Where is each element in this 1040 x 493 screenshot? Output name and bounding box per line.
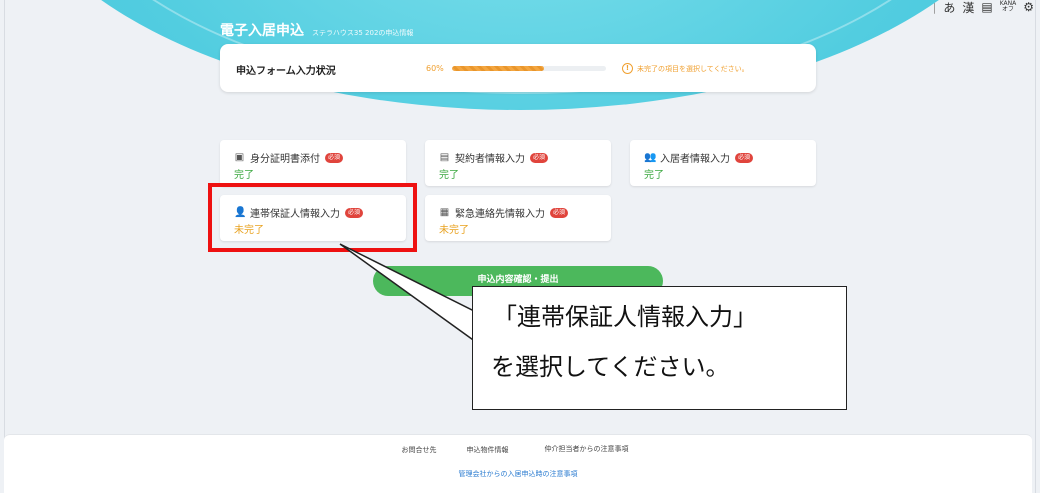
warning-text: 未完了の項目を選択してください。 xyxy=(637,64,749,73)
form-card-contractor-info[interactable]: ▤ 契約者情報入力 必須 完了 xyxy=(425,140,611,186)
footer-links: お問合せ先 申込物件情報 仲介担当者からの注意事項 xyxy=(4,445,1032,455)
form-card-label: 入居者情報入力 xyxy=(660,154,730,165)
required-badge: 必須 xyxy=(325,152,344,163)
status-separator: | xyxy=(932,0,937,14)
form-card-label: 契約者情報入力 xyxy=(455,154,525,165)
footer-link-contact[interactable]: お問合せ先 xyxy=(402,445,437,455)
page-subtitle: ステラハウス35 202の申込情報 xyxy=(312,29,414,37)
ime-mode-icon[interactable]: あ xyxy=(943,0,955,16)
input-mode-label-bottom: オフ xyxy=(1001,6,1014,13)
callout-line-1: 「連帯保証人情報入力」 xyxy=(493,303,757,331)
form-card-header: 👥 入居者情報入力 必須 xyxy=(644,150,754,165)
required-badge: 必須 xyxy=(735,152,754,163)
progress-card: 申込フォーム入力状況 60% ! 未完了の項目を選択してください。 xyxy=(220,44,816,92)
footer-link-agent-notes[interactable]: 仲介担当者からの注意事項 xyxy=(539,445,635,455)
id-card-icon: ▣ xyxy=(234,152,245,163)
form-card-label: 緊急連絡先情報入力 xyxy=(455,209,545,220)
footer-link-property-info[interactable]: 申込物件情報 xyxy=(467,445,509,455)
required-badge: 必須 xyxy=(550,207,569,218)
form-card-identity-document[interactable]: ▣ 身分証明書添付 必須 完了 xyxy=(220,140,406,186)
form-card-status: 未完了 xyxy=(439,225,469,236)
gear-icon[interactable]: ⚙ xyxy=(1023,0,1034,14)
form-card-status: 完了 xyxy=(644,170,664,181)
dictionary-icon[interactable]: ▤ xyxy=(981,0,992,14)
form-card-header: ▣ 身分証明書添付 必須 xyxy=(234,150,344,165)
callout-line-2: を選択してください。 xyxy=(491,353,730,381)
progress-percent: 60% xyxy=(426,64,444,73)
progress-bar-fill xyxy=(452,66,545,71)
form-card-resident-info[interactable]: 👥 入居者情報入力 必須 完了 xyxy=(630,140,816,186)
page: | あ 漢 ▤ KANA オフ ⚙ 電子入居申込 ステラハウス35 202の申込… xyxy=(0,0,1040,493)
form-card-status: 完了 xyxy=(234,170,254,181)
page-header: 電子入居申込 ステラハウス35 202の申込情報 xyxy=(220,20,413,40)
input-mode-icon[interactable]: KANA オフ xyxy=(1000,1,1017,13)
document-icon: ▤ xyxy=(439,152,450,163)
progress-bar xyxy=(452,66,606,71)
footer-link-management-notes[interactable]: 管理会社からの入居申込時の注意事項 xyxy=(4,469,1032,479)
system-status-bar: | あ 漢 ▤ KANA オフ ⚙ xyxy=(932,0,1034,16)
instruction-callout: 「連帯保証人情報入力」 を選択してください。 xyxy=(472,286,847,410)
contact-icon: ▦ xyxy=(439,207,450,218)
progress-warning: ! 未完了の項目を選択してください。 xyxy=(622,63,749,74)
footer: お問合せ先 申込物件情報 仲介担当者からの注意事項 管理会社からの入居申込時の注… xyxy=(4,434,1032,493)
page-title: 電子入居申込 xyxy=(220,23,304,39)
warning-icon: ! xyxy=(622,63,633,74)
form-card-status: 完了 xyxy=(439,170,459,181)
form-card-header: ▦ 緊急連絡先情報入力 必須 xyxy=(439,205,569,220)
required-badge: 必須 xyxy=(530,152,549,163)
progress-label: 申込フォーム入力状況 xyxy=(236,66,336,77)
form-card-emergency-contact[interactable]: ▦ 緊急連絡先情報入力 必須 未完了 xyxy=(425,195,611,241)
form-card-label: 身分証明書添付 xyxy=(250,154,320,165)
form-card-header: ▤ 契約者情報入力 必須 xyxy=(439,150,549,165)
highlight-box xyxy=(208,183,417,252)
ime-kanji-icon[interactable]: 漢 xyxy=(962,0,974,16)
users-icon: 👥 xyxy=(644,152,657,163)
